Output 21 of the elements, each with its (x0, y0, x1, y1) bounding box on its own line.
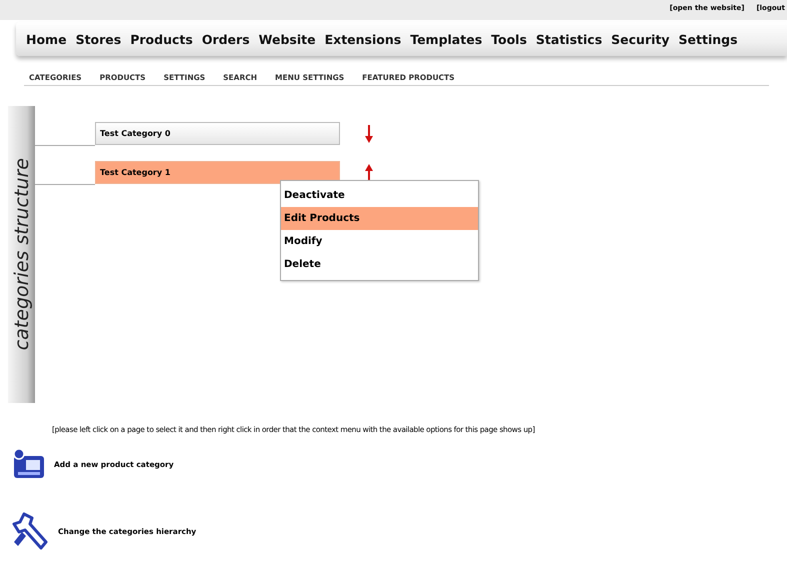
category-item[interactable]: Test Category 0 (95, 122, 340, 145)
menu-item[interactable]: Stores (76, 32, 122, 46)
side-label: categories structure (8, 106, 35, 403)
menu-item[interactable]: Orders (202, 32, 250, 46)
context-menu-item[interactable]: Modify (281, 230, 478, 253)
context-menu-item[interactable]: Edit Products (281, 207, 478, 230)
menu-item[interactable]: Products (130, 32, 193, 46)
menu-item[interactable]: Templates (410, 32, 482, 46)
menu-item[interactable]: Website (258, 32, 316, 46)
menu-item[interactable]: Home (26, 32, 67, 46)
down-arrow-icon[interactable] (365, 124, 373, 142)
menu-item[interactable]: Settings (678, 32, 738, 46)
category-item[interactable]: Test Category 1 (95, 161, 340, 184)
menu-item[interactable]: Tools (491, 32, 527, 46)
menu-item[interactable]: Security (611, 32, 670, 46)
menu-item[interactable]: Statistics (536, 32, 602, 46)
up-arrow-icon[interactable] (365, 164, 373, 182)
context-menu-item[interactable]: Deactivate (281, 184, 478, 207)
menu-item[interactable]: Extensions (324, 32, 402, 46)
context-menu-item[interactable]: Delete (281, 253, 478, 276)
wrench-icon[interactable] (10, 512, 50, 550)
